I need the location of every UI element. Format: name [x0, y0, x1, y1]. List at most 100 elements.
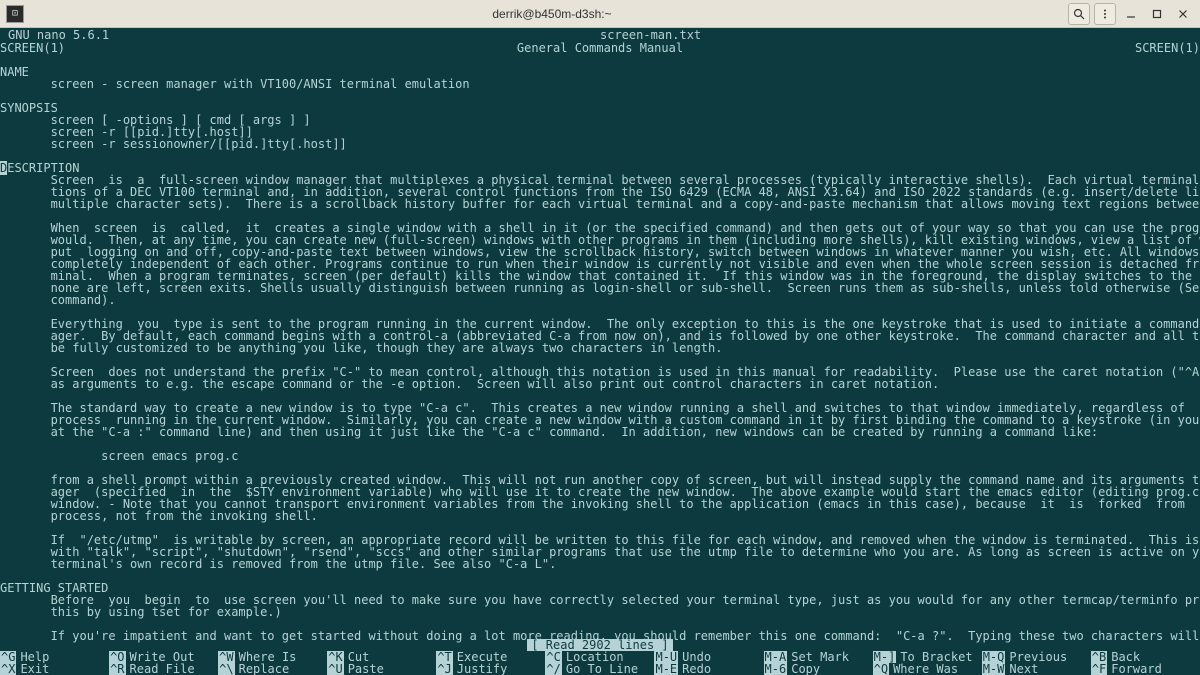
shortcut-item: ^XExit	[0, 663, 109, 675]
shortcut-key: ^\	[218, 663, 234, 675]
desc-line: screen emacs prog.c	[0, 449, 238, 463]
shortcut-item: ^B Back	[1091, 651, 1200, 663]
shortcut-key: ^C	[545, 651, 561, 663]
shortcut-label: Write Out	[130, 651, 195, 663]
shortcut-item: ^U Paste	[327, 663, 436, 675]
nano-version: GNU nano 5.6.1	[0, 29, 109, 41]
shortcut-item: ^G Help	[0, 651, 109, 663]
nano-status-line: [ Read 2902 lines ]	[0, 639, 1200, 651]
shortcut-label: Go To Line	[566, 663, 638, 675]
name-line: screen - screen manager with VT100/ANSI …	[0, 77, 470, 91]
shortcut-key: ^R	[109, 663, 125, 675]
nano-header-right	[1192, 29, 1200, 41]
nano-header: GNU nano 5.6.1 screen-man.txt	[0, 28, 1200, 42]
shortcut-label: Execute	[457, 651, 508, 663]
man-header-center: General Commands Manual	[65, 42, 1135, 54]
gs-line: this by using tset for example.)	[0, 605, 282, 619]
search-icon[interactable]	[1068, 3, 1090, 25]
shortcut-key: ^F	[1091, 663, 1107, 675]
man-header-right: SCREEN(1)	[1135, 42, 1200, 54]
shortcut-key: ^T	[436, 651, 452, 663]
desc-line: process, not from the invoking shell.	[0, 509, 318, 523]
shortcut-label: Redo	[682, 663, 711, 675]
shortcut-key: M-6	[764, 663, 788, 675]
shortcut-item: ^R Read File	[109, 663, 218, 675]
shortcut-key: M-E	[654, 663, 678, 675]
shortcut-label: Justify	[457, 663, 508, 675]
desc-line: be fully customized to be anything you l…	[0, 341, 722, 355]
shortcut-key: ^O	[109, 651, 125, 663]
nano-filename: screen-man.txt	[109, 29, 1192, 41]
shortcut-label: Where Is	[239, 651, 297, 663]
shortcut-label: Read File	[130, 663, 195, 675]
man-header-left: SCREEN(1)	[0, 42, 65, 54]
shortcut-label: Where Was	[893, 663, 958, 675]
menu-icon[interactable]	[1094, 3, 1116, 25]
shortcut-label: Replace	[239, 663, 290, 675]
shortcut-label: Paste	[348, 663, 384, 675]
desc-line: at the "C-a :" command line) and then us…	[0, 425, 1098, 439]
shortcut-label: Cut	[348, 651, 370, 663]
shortcut-key: ^W	[218, 651, 234, 663]
shortcut-item: M-ASet Mark	[764, 651, 873, 663]
nano-shortcuts: ^G Help ^O Write Out ^W Where Is ^K Cut ^T Execut…	[0, 651, 1200, 675]
shortcut-label: To Bracket	[900, 651, 972, 663]
shortcut-item: ^O Write Out	[109, 651, 218, 663]
shortcut-key: M-Q	[982, 651, 1006, 663]
syn-line-3: screen -r sessionowner/[[pid.]tty[.host]…	[0, 137, 347, 151]
desc-line: none are left, screen exits. Shells usua…	[0, 281, 1200, 295]
close-button[interactable]	[1172, 3, 1194, 25]
shortcut-label: Previous	[1009, 651, 1067, 663]
man-header: SCREEN(1) General Commands Manual SCREEN…	[0, 42, 1200, 54]
titlebar-left: ⊡	[6, 5, 36, 23]
terminal-viewport[interactable]: GNU nano 5.6.1 screen-man.txt SCREEN(1) …	[0, 28, 1200, 675]
shortcut-item: M-WNext	[982, 663, 1091, 675]
shortcut-item: M-E Redo	[654, 663, 763, 675]
shortcut-label: Set Mark	[791, 651, 849, 663]
desc-line: multiple character sets). There is a scr…	[0, 197, 1200, 211]
desc-line: command).	[0, 293, 116, 307]
shortcut-item: ^\ Replace	[218, 663, 327, 675]
shortcut-key: ^G	[0, 651, 16, 663]
shortcut-key: ^K	[327, 651, 343, 663]
maximize-button[interactable]	[1146, 3, 1168, 25]
shortcut-item: ^/ Go To Line	[545, 663, 654, 675]
shortcut-label: Back	[1111, 651, 1140, 663]
terminal-app-icon: ⊡	[6, 5, 24, 23]
shortcut-item: M-6Copy	[764, 663, 873, 675]
shortcut-key: ^B	[1091, 651, 1107, 663]
shortcut-label: Exit	[20, 663, 49, 675]
shortcut-item: ^Q Where Was	[873, 663, 982, 675]
shortcut-item: ^J Justify	[436, 663, 545, 675]
desc-line: terminal's own record is removed from th…	[0, 557, 556, 571]
shortcut-row-2: ^XExit^R Read File ^\ Replace ^U Paste ^J Justi…	[0, 663, 1200, 675]
shortcut-label: Next	[1009, 663, 1038, 675]
shortcut-label: Help	[20, 651, 49, 663]
window-titlebar: ⊡ derrik@b450m-d3sh:~	[0, 0, 1200, 28]
shortcut-key: M-U	[654, 651, 678, 663]
shortcut-key: M-]	[873, 651, 897, 663]
man-content: NAME screen - screen manager with VT100/…	[0, 54, 1200, 642]
shortcut-key: ^U	[327, 663, 343, 675]
status-text: [ Read 2902 lines ]	[527, 639, 672, 651]
shortcut-label: Undo	[682, 651, 711, 663]
shortcut-item: ^CLocation	[545, 651, 654, 663]
shortcut-item: ^T Execute	[436, 651, 545, 663]
shortcut-row-1: ^G Help ^O Write Out ^W Where Is ^K Cut ^T Execut…	[0, 651, 1200, 663]
desc-line: as arguments to e.g. the escape command …	[0, 377, 939, 391]
shortcut-label: Copy	[791, 663, 820, 675]
shortcut-item: ^F Forward	[1091, 663, 1200, 675]
shortcut-item: ^K Cut	[327, 651, 436, 663]
shortcut-key: M-A	[764, 651, 788, 663]
shortcut-key: ^J	[436, 663, 452, 675]
minimize-button[interactable]	[1120, 3, 1142, 25]
shortcut-key: ^/	[545, 663, 561, 675]
shortcut-key: ^Q	[873, 663, 889, 675]
shortcut-item: ^W Where Is	[218, 651, 327, 663]
shortcut-item: M-U Undo	[654, 651, 763, 663]
window-title: derrik@b450m-d3sh:~	[36, 7, 1068, 21]
titlebar-right	[1068, 3, 1194, 25]
shortcut-item: M-]To Bracket	[873, 651, 982, 663]
shortcut-key: M-W	[982, 663, 1006, 675]
shortcut-label: Forward	[1111, 663, 1162, 675]
